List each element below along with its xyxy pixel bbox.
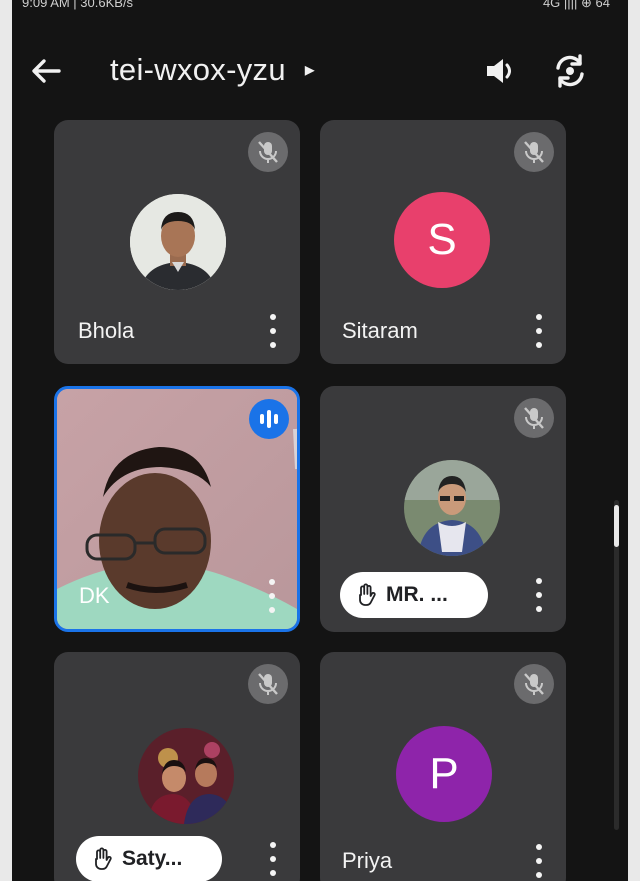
participant-name: Priya [342,848,393,873]
speaker-icon[interactable] [480,52,522,90]
participant-name: DK [79,583,110,608]
switch-camera-icon[interactable] [548,50,592,92]
mic-off-icon [248,132,288,172]
more-options-icon[interactable] [265,579,279,613]
status-bar: 9:09 AM | 30.6KB/s 4G |||| ⊕ 64 [12,0,628,14]
more-options-icon[interactable] [532,578,546,612]
raised-hand-icon [95,847,112,870]
avatar-sitaram: S [394,192,490,288]
avatar-bhola-photo [130,194,226,290]
mic-off-icon [514,664,554,704]
participant-name: Sitaram [342,318,418,343]
avatar-saty-photo [138,728,234,824]
meeting-title[interactable]: tei-wxox-yzu ▸ [110,52,315,88]
more-options-icon[interactable] [532,844,546,878]
participant-tile-priya[interactable]: P Priya [320,652,566,881]
participant-name: Bhola [78,318,135,343]
avatar-priya: P [396,726,492,822]
avatar-letter: P [429,749,459,798]
participant-tile-mr[interactable]: MR. ... [320,386,566,632]
meeting-code: tei-wxox-yzu [110,52,286,87]
title-chevron-icon: ▸ [304,59,316,81]
meet-screen: 9:09 AM | 30.6KB/s 4G |||| ⊕ 64 tei-wxox… [12,0,628,881]
more-options-icon[interactable] [532,314,546,348]
raised-hand-badge: MR. ... [340,572,488,618]
participant-name: MR. ... [386,583,448,606]
speaking-indicator-icon [249,399,289,439]
raised-hand-icon [359,583,376,606]
status-indicators: 4G |||| ⊕ 64 [542,0,610,10]
mic-off-icon [514,132,554,172]
back-arrow-icon[interactable] [26,52,66,90]
more-options-icon[interactable] [266,314,280,348]
participant-tile-bhola[interactable]: Bhola [54,120,300,364]
scrollbar-thumb[interactable] [614,505,619,547]
raised-hand-badge: Saty... [76,836,222,881]
mic-off-icon [248,664,288,704]
participant-tile-dk[interactable]: DK [54,386,300,632]
participant-name: Saty... [122,847,183,870]
mic-off-icon [514,398,554,438]
more-options-icon[interactable] [266,842,280,876]
avatar-mr-photo [404,460,500,556]
scrollbar-track[interactable] [614,500,619,830]
participant-tile-sitaram[interactable]: S Sitaram [320,120,566,364]
status-time: 9:09 AM | 30.6KB/s [22,0,134,10]
avatar-letter: S [427,215,457,264]
participant-tile-saty[interactable]: Saty... [54,652,300,881]
